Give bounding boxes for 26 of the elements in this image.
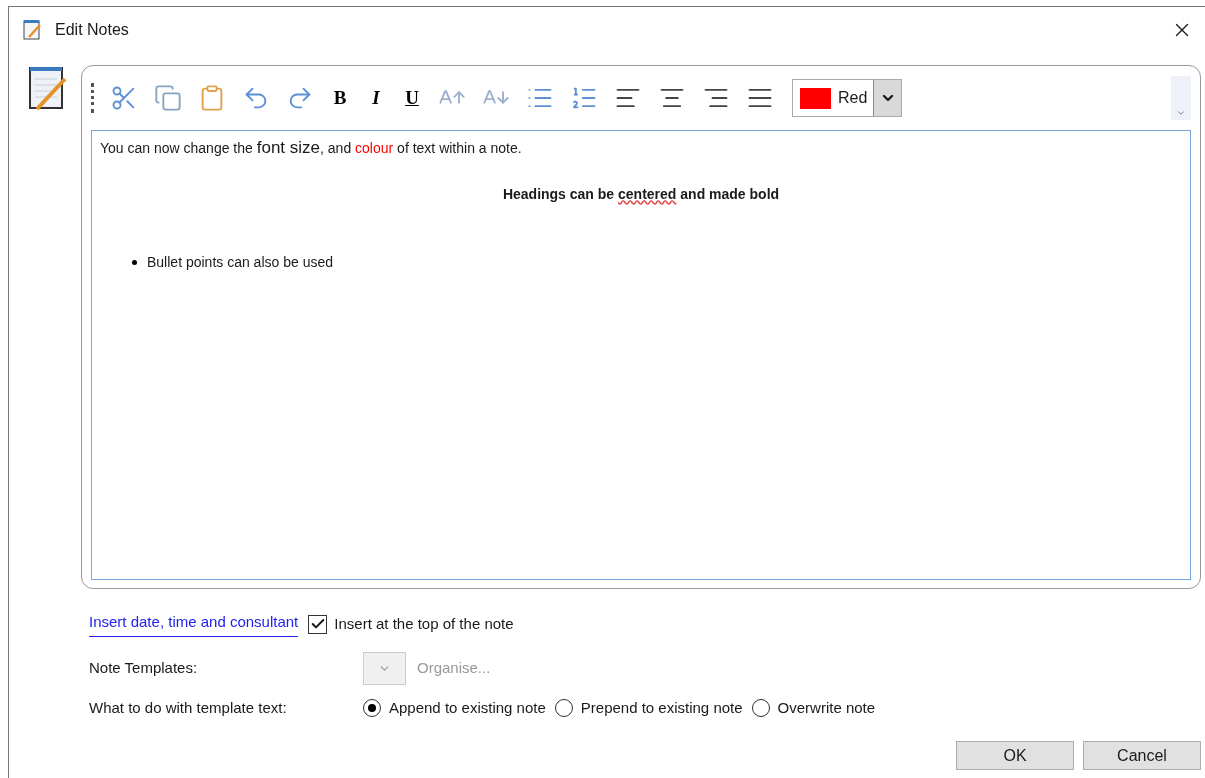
radio-label: Overwrite note — [777, 697, 876, 718]
underline-button[interactable]: U — [394, 82, 430, 114]
paragraph: You can now change the font size, and colour of text within a note. — [100, 137, 523, 159]
insert-date-link[interactable]: Insert date, time and consultant — [89, 611, 299, 637]
italic-button[interactable]: I — [358, 82, 394, 114]
heading-text: Headings can be centered and made bold — [502, 184, 780, 204]
bullet-item: Bullet points can also be used — [147, 252, 333, 272]
bullet-icon — [132, 259, 137, 265]
dialog-button[interactable]: Cancel — [1083, 741, 1201, 770]
checkbox[interactable] — [308, 614, 328, 634]
dialog-button[interactable]: OK — [956, 741, 1074, 770]
toolbar-grip-icon — [91, 83, 94, 113]
checkbox-label: Insert at the top of the note — [334, 613, 514, 634]
window-title: Edit Notes — [55, 19, 129, 40]
field-label: Note Templates: — [89, 657, 199, 678]
chevron-down-icon — [1176, 108, 1186, 118]
dropdown-button[interactable] — [873, 80, 901, 116]
color-name: Red — [838, 88, 868, 108]
notepad-icon — [23, 18, 43, 41]
radio-label: Append to existing note — [389, 697, 546, 718]
copy-icon — [154, 84, 182, 112]
field-label: What to do with template text: — [89, 697, 288, 718]
color-picker[interactable]: Red — [792, 79, 902, 117]
radio-label: Prepend to existing note — [580, 697, 743, 718]
text-editor[interactable]: You can now change the font size, and colour of text within a note. Headings can be centered and made bold Bullet points can also be used — [91, 130, 1191, 580]
bold-button[interactable]: B — [322, 82, 358, 114]
